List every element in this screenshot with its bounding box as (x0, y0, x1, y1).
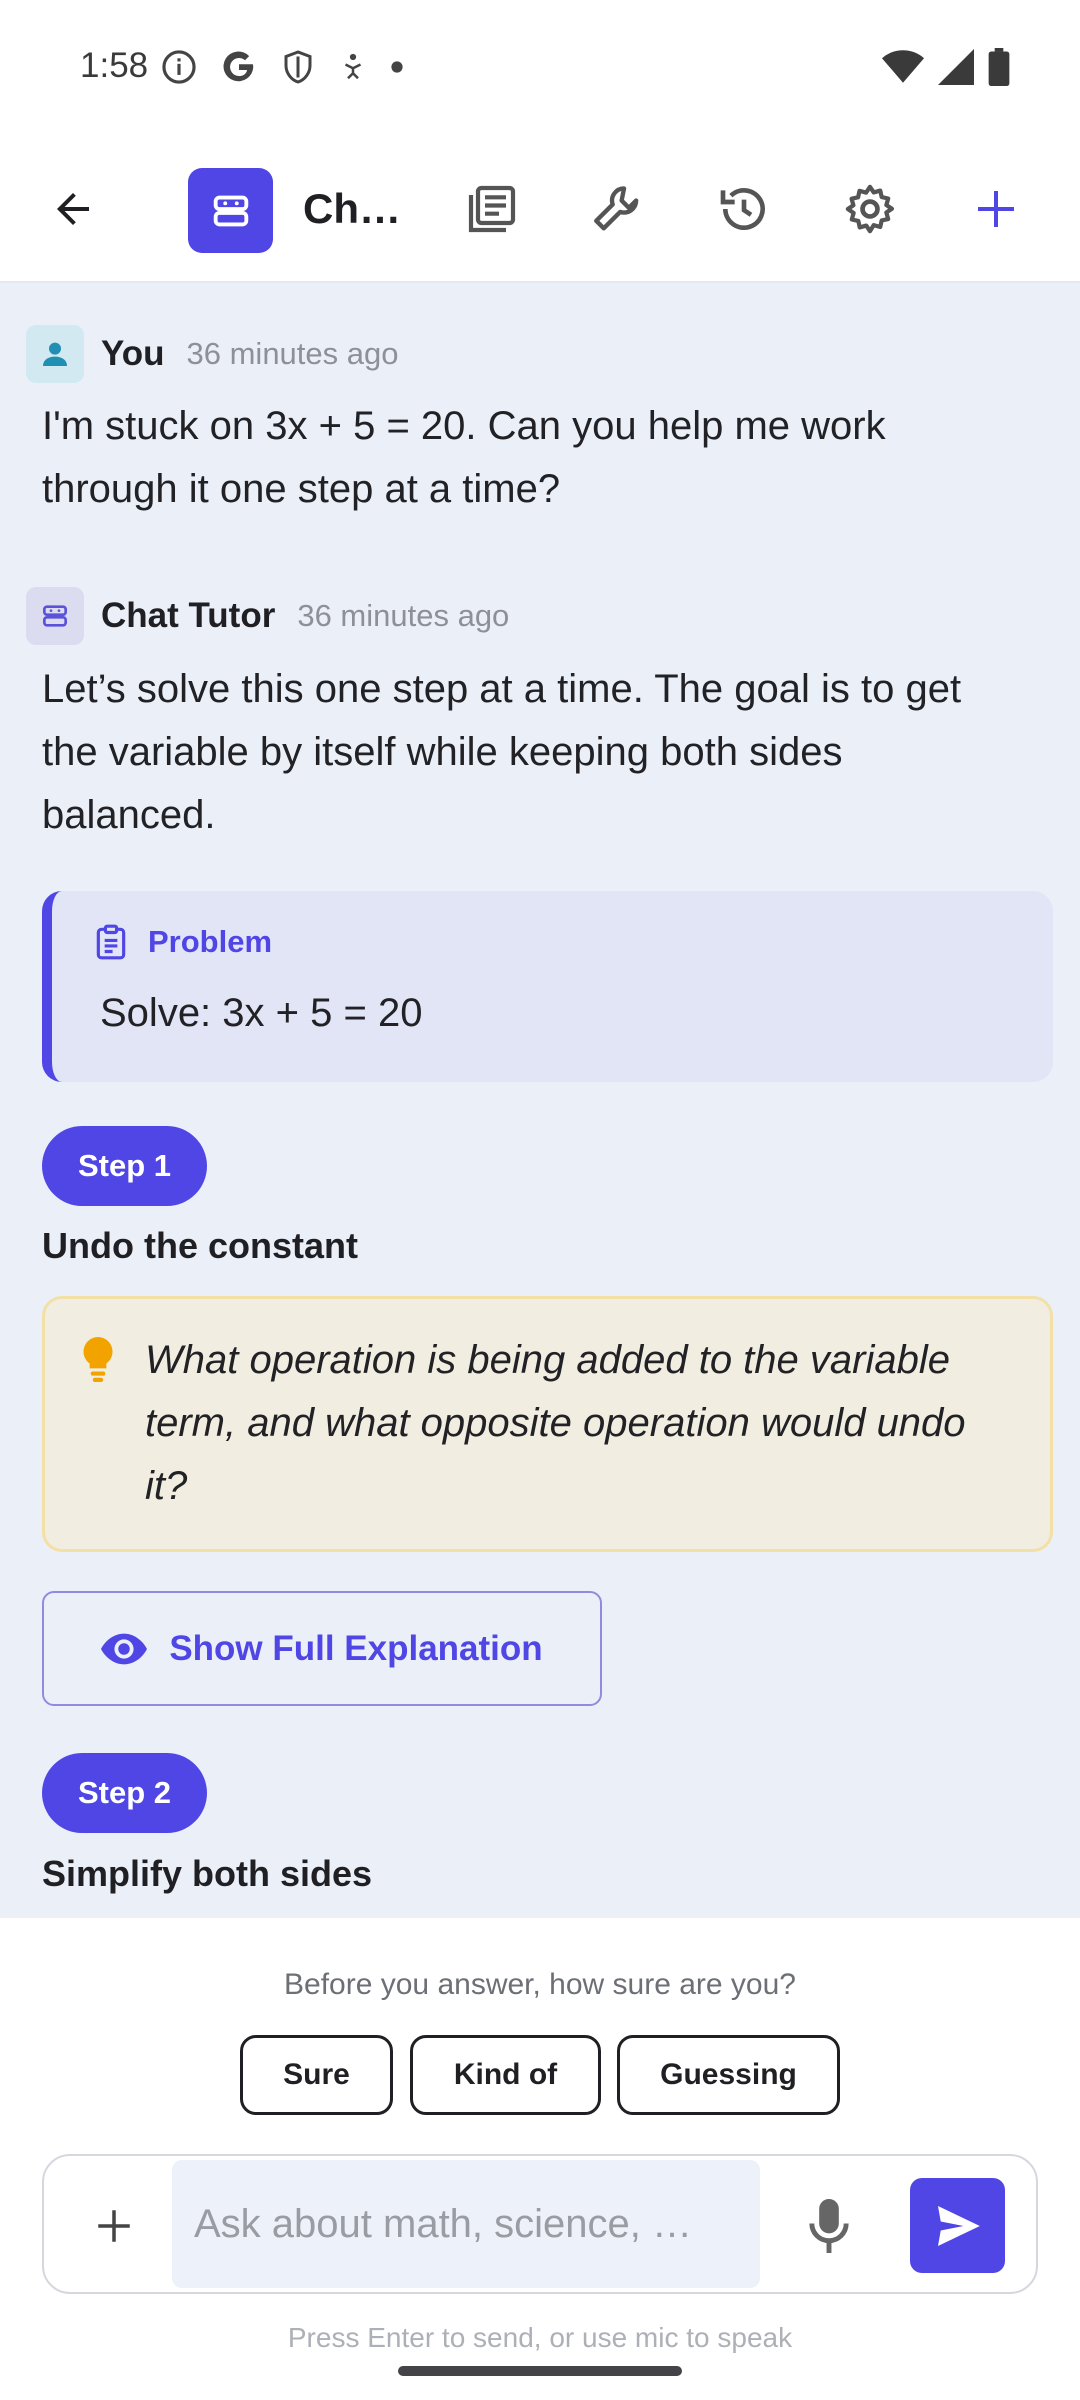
robot-icon (213, 195, 248, 226)
mic-icon (809, 2199, 849, 2253)
hint-text: What operation is being added to the var… (145, 1329, 1025, 1518)
composer-footer-hint: Press Enter to send, or use mic to speak (287, 2322, 793, 2353)
settings-button[interactable] (830, 169, 910, 249)
notes-icon (468, 185, 516, 233)
accessibility-icon (344, 53, 362, 80)
confidence-prompt: Before you answer, how sure are you? (284, 1968, 796, 2001)
person-icon (43, 342, 67, 366)
shield-icon (284, 50, 312, 84)
problem-label: Problem (148, 924, 273, 959)
confidence-kind-of-button[interactable]: Kind of (410, 2035, 601, 2115)
clipboard-icon (96, 924, 126, 960)
hint-line: it? (145, 1464, 188, 1508)
step-title: Simplify both sides (42, 1853, 373, 1894)
wifi-icon (882, 50, 924, 83)
home-indicator[interactable] (398, 2366, 682, 2376)
mic-button[interactable] (789, 2186, 869, 2266)
problem-label-row: Problem (92, 923, 272, 961)
problem-text: Solve: 3x + 5 = 20 (100, 991, 423, 1035)
status-bar: 1:58 (0, 0, 1080, 135)
battery-icon (988, 48, 1010, 86)
back-arrow-icon (57, 193, 89, 225)
send-button[interactable] (910, 2178, 1005, 2273)
chat-thread[interactable]: You 36 minutes ago I'm stuck on 3x + 5 =… (0, 283, 1080, 1918)
sender-name: Chat Tutor (101, 596, 276, 635)
message-composer (42, 2154, 1038, 2294)
message-line: I'm stuck on 3x + 5 = 20. Can you help m… (42, 404, 886, 448)
confidence-guessing-button[interactable]: Guessing (617, 2035, 840, 2115)
notes-button[interactable] (452, 169, 532, 249)
gear-icon (845, 184, 895, 234)
google-icon (223, 51, 254, 82)
message-text: I'm stuck on 3x + 5 = 20. Can you help m… (42, 395, 1042, 521)
message-line: balanced. (42, 793, 216, 837)
button-label: Show Full Explanation (169, 1628, 543, 1668)
status-icons-right (882, 48, 1010, 86)
avatar (26, 587, 84, 645)
show-full-explanation-button[interactable]: Show Full Explanation (42, 1591, 602, 1706)
message-header: You 36 minutes ago (26, 325, 399, 383)
app-title[interactable]: Ch… (303, 185, 401, 233)
confidence-sure-button[interactable]: Sure (240, 2035, 393, 2115)
eye-icon (101, 1633, 148, 1664)
message-line: the variable by itself while keeping bot… (42, 730, 843, 774)
history-icon (720, 188, 765, 230)
plus-icon (98, 2210, 130, 2242)
hint-card: What operation is being added to the var… (42, 1296, 1053, 1552)
step-chip: Step 1 (42, 1126, 207, 1206)
hint-line: What operation is being added to the var… (145, 1338, 950, 1382)
attach-button[interactable] (74, 2186, 154, 2266)
history-button[interactable] (704, 169, 784, 249)
problem-card: Problem Solve: 3x + 5 = 20 (42, 891, 1053, 1082)
avatar (26, 325, 84, 383)
sender-name: You (101, 334, 165, 373)
info-icon (162, 50, 196, 84)
message-input[interactable] (172, 2160, 760, 2288)
message-text: Let’s solve this one step at a time. The… (42, 658, 1042, 847)
status-time: 1:58 (80, 46, 149, 85)
message-header: Chat Tutor 36 minutes ago (26, 587, 509, 645)
new-chat-button[interactable] (956, 169, 1036, 249)
step-chip: Step 2 (42, 1753, 207, 1833)
message-line: through it one step at a time? (42, 467, 561, 511)
tools-button[interactable] (578, 169, 658, 249)
hint-line: term, and what opposite operation would … (145, 1401, 966, 1445)
plus-icon (978, 191, 1014, 227)
message-line: Let’s solve this one step at a time. The… (42, 667, 962, 711)
step-title: Undo the constant (42, 1225, 358, 1266)
lightbulb-icon (83, 1337, 113, 1382)
app-bar: Ch… (0, 135, 1080, 283)
robot-icon (43, 605, 67, 627)
composer-panel: Before you answer, how sure are you? Sur… (0, 1918, 1080, 2400)
status-icons-left (160, 48, 404, 86)
tutor-avatar-button[interactable] (188, 168, 273, 253)
send-icon (937, 2205, 980, 2246)
message-time: 36 minutes ago (186, 336, 399, 371)
message-time: 36 minutes ago (297, 598, 510, 633)
dot-icon (391, 61, 403, 73)
wrench-icon (594, 186, 639, 231)
signal-icon (938, 49, 974, 85)
back-button[interactable] (33, 169, 113, 249)
